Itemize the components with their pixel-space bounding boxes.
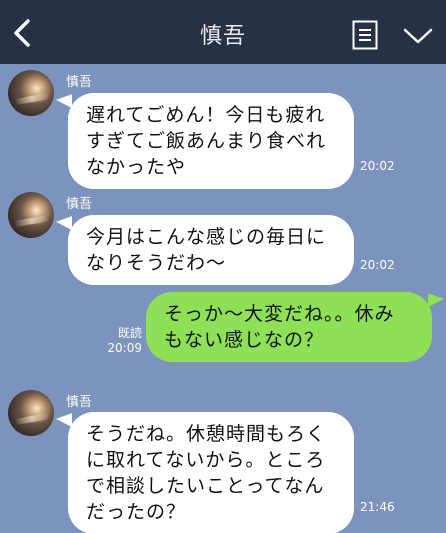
sender-name: 慎吾 bbox=[66, 75, 93, 90]
message-line: だったの？ bbox=[86, 501, 187, 523]
message-bubble-incoming[interactable]: 遅れてごめん！今日も疲れ すぎてご飯あんまり食べれ なかったや bbox=[68, 93, 354, 189]
message-time: 20:02 bbox=[360, 258, 395, 272]
chat-header: 慎吾 bbox=[0, 0, 446, 64]
avatar[interactable] bbox=[8, 390, 54, 436]
message-line: で相談したいことってなん bbox=[86, 475, 325, 497]
message-bubble-incoming[interactable]: 今月はこんな感じの毎日に なりそうだわ〜 bbox=[68, 215, 354, 285]
chevron-down-icon bbox=[403, 28, 433, 44]
note-icon bbox=[352, 20, 378, 50]
message-line: そっか〜大変だね。。休み bbox=[164, 303, 395, 325]
message-line: なりそうだわ〜 bbox=[86, 252, 227, 274]
read-receipt: 既読 20:09 bbox=[106, 326, 142, 356]
chat-area[interactable]: 慎吾 遅れてごめん！今日も疲れ すぎてご飯あんまり食べれ なかったや 20:02… bbox=[0, 64, 446, 533]
read-label: 既読 bbox=[117, 326, 142, 340]
message-time: 20:09 bbox=[107, 341, 142, 355]
message-line: そうだね。休憩時間もろく bbox=[86, 423, 327, 445]
message-line: 今月はこんな感じの毎日に bbox=[86, 226, 327, 248]
message-line: に取れてないから。ところ bbox=[86, 449, 326, 471]
message-time: 20:02 bbox=[360, 159, 395, 173]
message-line: なかったや bbox=[86, 156, 187, 178]
message-bubble-incoming[interactable]: そうだね。休憩時間もろく に取れてないから。ところ で相談したいことってなん だ… bbox=[68, 412, 354, 533]
message-time: 21:46 bbox=[360, 500, 395, 514]
menu-button[interactable] bbox=[402, 26, 434, 46]
message-line: 遅れてごめん！今日も疲れ bbox=[86, 104, 326, 126]
avatar[interactable] bbox=[8, 192, 54, 238]
sender-name: 慎吾 bbox=[66, 197, 93, 212]
message-line: すぎてご飯あんまり食べれ bbox=[86, 130, 327, 152]
note-button[interactable] bbox=[352, 20, 378, 50]
message-bubble-outgoing[interactable]: そっか〜大変だね。。休み もない感じなの？ bbox=[146, 292, 432, 362]
chat-title: 慎吾 bbox=[199, 24, 246, 49]
avatar[interactable] bbox=[8, 70, 54, 116]
message-line: もない感じなの？ bbox=[164, 329, 325, 351]
sender-name: 慎吾 bbox=[66, 395, 93, 410]
